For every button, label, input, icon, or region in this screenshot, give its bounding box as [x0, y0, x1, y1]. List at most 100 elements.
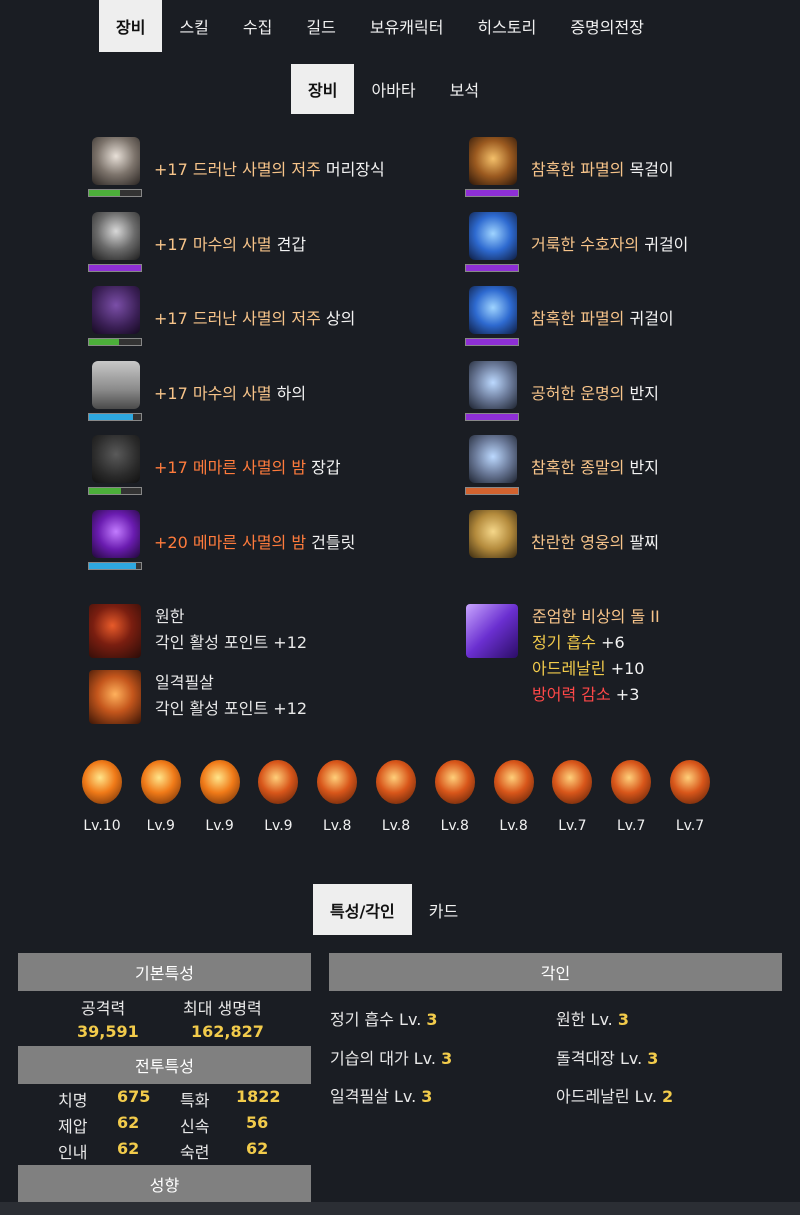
engraving-name: 원한 Lv.: [556, 1010, 618, 1029]
equipment-icon-box: [465, 509, 521, 572]
gem-slot[interactable]: Lv.8: [428, 760, 482, 834]
equipment-item[interactable]: +17 마수의 사멸 하의: [88, 360, 306, 423]
combat-stats-header: 전투특성: [18, 1046, 311, 1084]
engraving-name: 일격필살 Lv.: [330, 1087, 422, 1106]
bottom-bar: [0, 1202, 800, 1215]
subtab-avatar[interactable]: 아바타: [354, 64, 432, 114]
gem-level: Lv.7: [558, 818, 587, 834]
quality-bar: [465, 263, 519, 272]
gem-level: Lv.9: [205, 818, 234, 834]
engraving-book-1[interactable]: 원한 각인 활성 포인트 +12: [89, 604, 307, 658]
quality-fill: [89, 264, 141, 271]
tab-characters[interactable]: 보유캐릭터: [353, 0, 461, 52]
combat-stat-value: 675: [117, 1087, 151, 1106]
tab-guild[interactable]: 길드: [289, 0, 352, 52]
crimson-flame-gem-icon: [434, 760, 475, 804]
subtab-gems[interactable]: 보석: [433, 64, 496, 114]
engraving-item[interactable]: 정기 흡수 Lv. 3: [330, 1006, 438, 1030]
equipment-slot: 귀걸이: [639, 234, 689, 254]
tab-traits-engravings[interactable]: 특성/각인: [313, 884, 412, 935]
equipment-icon-box: [465, 286, 521, 348]
attack-value: 39,591: [77, 1022, 139, 1041]
quality-bar: [465, 338, 519, 346]
chest-icon: [92, 286, 140, 334]
gloves-icon: [92, 435, 140, 483]
engraving-name: 아드레날린 Lv.: [556, 1087, 662, 1106]
equipment-prefix: 참혹한 파멸의: [531, 160, 625, 179]
equipment-item[interactable]: 참혹한 파멸의 귀걸이: [465, 286, 674, 348]
engraving-book-2[interactable]: 일격필살 각인 활성 포인트 +12: [89, 670, 307, 724]
equipment-item[interactable]: +17 드러난 사멸의 저주 상의: [88, 286, 355, 348]
equipment-item[interactable]: 참혹한 파멸의 목걸이: [465, 137, 674, 199]
hp-label: 최대 생명력: [183, 999, 262, 1018]
quality-fill: [89, 488, 122, 494]
quality-fill: [89, 562, 136, 569]
quality-bar: [88, 189, 142, 197]
quality-bar: [465, 189, 519, 197]
engraving-item[interactable]: 원한 Lv. 3: [556, 1006, 629, 1030]
equipment-item[interactable]: 참혹한 종말의 반지: [465, 435, 659, 497]
equipment-prefix: +17 마수의 사멸: [154, 234, 272, 254]
tab-equipment[interactable]: 장비: [99, 0, 163, 52]
equipment-item[interactable]: +17 마수의 사멸 견갑: [88, 211, 306, 274]
engraving-name: 기습의 대가 Lv.: [330, 1048, 442, 1068]
equipment-item[interactable]: 거룩한 수호자의 귀걸이: [465, 211, 688, 274]
engraving-item[interactable]: 기습의 대가 Lv. 3: [330, 1045, 452, 1069]
gem-slot[interactable]: Lv.10: [75, 760, 129, 834]
gem-slot[interactable]: Lv.7: [663, 760, 717, 834]
equipment-item[interactable]: +17 메마른 사멸의 밤 장갑: [88, 435, 341, 497]
engraving-level: 3: [441, 1048, 453, 1068]
stats-tab-bar: 특성/각인 카드: [313, 884, 800, 935]
gem-level: Lv.8: [440, 818, 469, 834]
engraving-item[interactable]: 돌격대장 Lv. 3: [556, 1045, 658, 1069]
equipment-item[interactable]: 찬란한 영웅의 팔찌: [465, 509, 659, 572]
combat-stat-value: 56: [246, 1113, 269, 1132]
gem-slot[interactable]: Lv.7: [545, 760, 599, 834]
equipment-slot: 상의: [320, 309, 356, 328]
engraving-item[interactable]: 일격필살 Lv. 3: [330, 1083, 432, 1107]
equipment-name: 거룩한 수호자의 귀걸이: [531, 231, 688, 255]
gem-slot[interactable]: Lv.7: [604, 760, 658, 834]
stone-name: 준엄한 비상의 돌 II: [532, 607, 660, 626]
gem-slot[interactable]: Lv.8: [369, 760, 423, 834]
ability-stone[interactable]: 준엄한 비상의 돌 II 정기 흡수 +6 아드레날린 +10 방어력 감소 +…: [466, 604, 660, 708]
earring-icon: [469, 286, 517, 334]
tab-proving-grounds[interactable]: 증명의전장: [553, 0, 661, 52]
equipment-prefix: 공허한 운명의: [531, 383, 625, 403]
gem-slot[interactable]: Lv.8: [310, 760, 364, 834]
engraving-name: 돌격대장 Lv.: [556, 1048, 648, 1068]
gem-slot[interactable]: Lv.9: [134, 760, 188, 834]
ability-stone-icon: [466, 604, 518, 658]
tab-history[interactable]: 히스토리: [460, 0, 553, 52]
gem-slot[interactable]: Lv.9: [251, 760, 305, 834]
equipment-item[interactable]: +20 메마른 사멸의 밤 건틀릿: [88, 509, 355, 572]
equipment-name: +20 메마른 사멸의 밤 건틀릿: [154, 529, 355, 553]
subtab-equipment[interactable]: 장비: [291, 64, 355, 114]
equipment-name: 참혹한 파멸의 목걸이: [531, 156, 674, 180]
gem-slot[interactable]: Lv.9: [193, 760, 247, 834]
tab-skill[interactable]: 스킬: [162, 0, 225, 52]
gem-slot[interactable]: Lv.8: [487, 760, 541, 834]
engraving-item[interactable]: 아드레날린 Lv. 2: [556, 1083, 673, 1107]
crimson-flame-gem-icon: [376, 760, 416, 804]
equipment-item[interactable]: +17 드러난 사멸의 저주 머리장식: [88, 137, 385, 199]
equipment-prefix: 찬란한 영웅의: [531, 532, 625, 552]
quality-fill: [89, 413, 134, 420]
combat-stat-label: 숙련: [180, 1143, 210, 1162]
combat-stat-label: 치명: [58, 1091, 88, 1110]
crimson-flame-gem-icon: [493, 760, 534, 804]
engraving-level: 3: [426, 1010, 438, 1029]
combat-stat-value: 62: [117, 1139, 140, 1158]
bracelet-icon: [469, 509, 517, 558]
equipment-name: 참혹한 종말의 반지: [531, 454, 659, 478]
equipment-name: +17 메마른 사멸의 밤 장갑: [154, 454, 341, 478]
engraving-level: 3: [617, 1010, 629, 1029]
equipment-item[interactable]: 공허한 운명의 반지: [465, 360, 659, 423]
tab-collection[interactable]: 수집: [226, 0, 289, 52]
gem-level: Lv.8: [499, 818, 528, 834]
equipment-slot: 귀걸이: [624, 309, 674, 328]
engraving-book-effect: 각인 활성 포인트 +12: [155, 699, 308, 718]
annihilation-gem-icon: [82, 760, 122, 804]
tab-cards[interactable]: 카드: [412, 884, 475, 935]
equipment-slot: 반지: [624, 458, 659, 477]
